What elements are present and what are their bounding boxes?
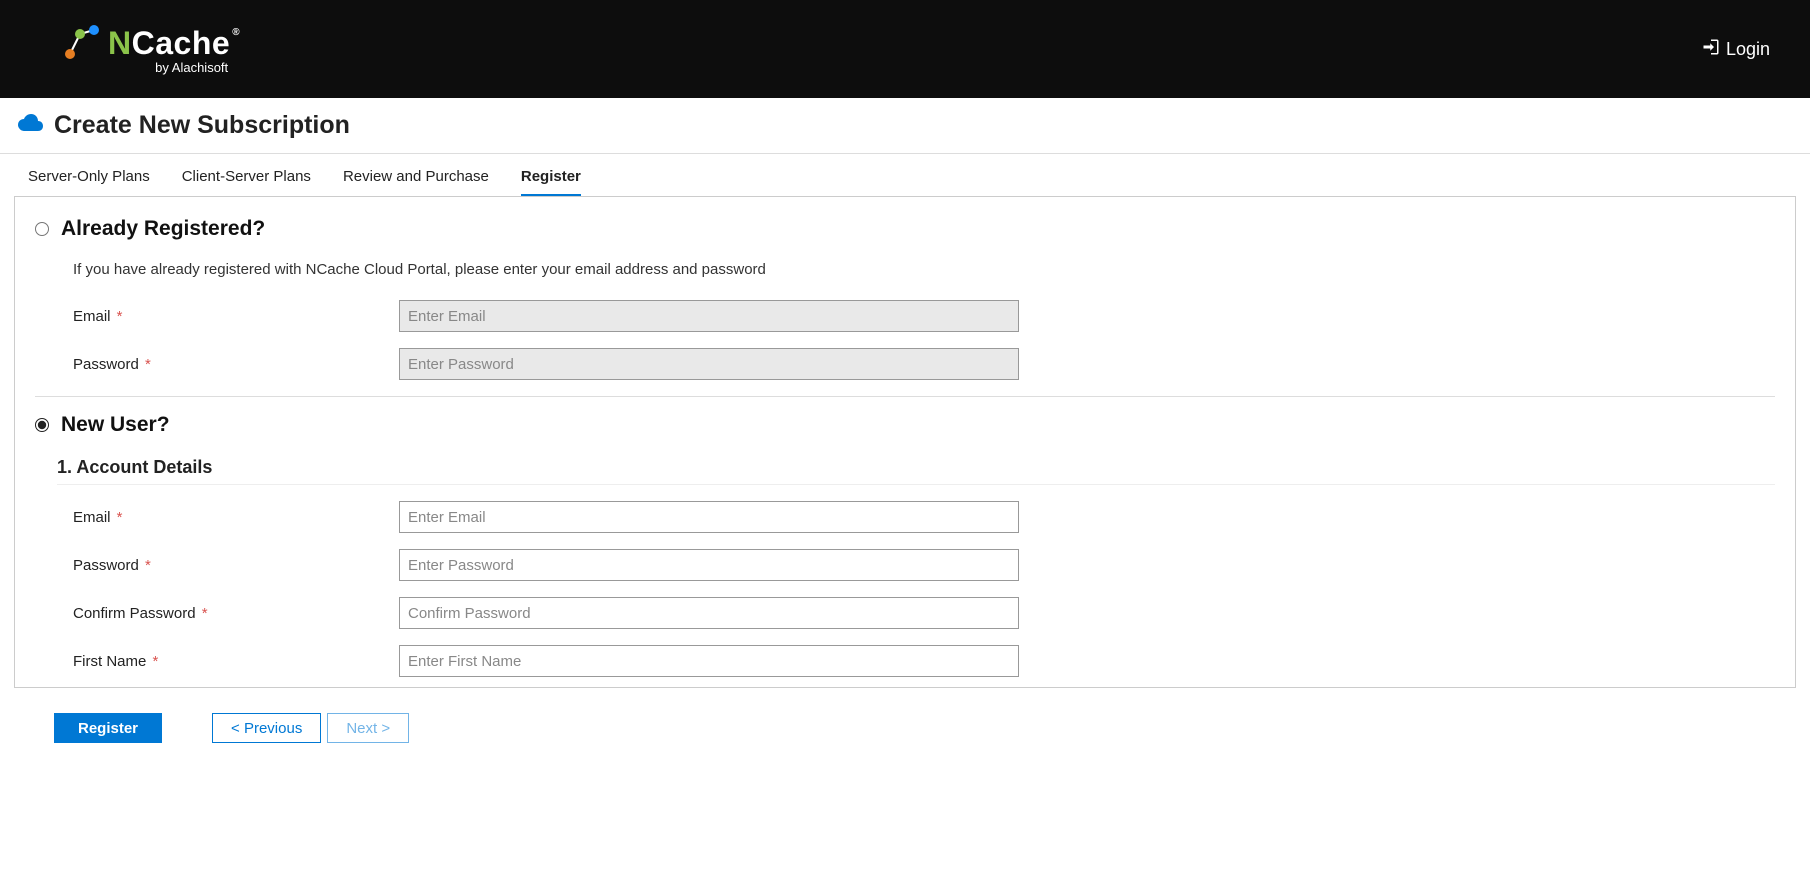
new-user-radio[interactable] — [35, 418, 49, 432]
tab-server-only-plans[interactable]: Server-Only Plans — [28, 168, 150, 196]
login-icon — [1702, 38, 1720, 61]
already-registered-radio[interactable] — [35, 222, 49, 236]
already-registered-desc: If you have already registered with NCac… — [73, 261, 1775, 278]
page-title: Create New Subscription — [54, 111, 350, 140]
new-email-input[interactable] — [399, 501, 1019, 533]
tabs: Server-Only Plans Client-Server Plans Re… — [0, 154, 1810, 196]
ncache-logo-icon — [60, 24, 100, 64]
new-firstname-input[interactable] — [399, 645, 1019, 677]
logo[interactable]: NCache® by Alachisoft — [60, 24, 230, 75]
login-label: Login — [1726, 39, 1770, 60]
next-button[interactable]: Next > — [327, 713, 409, 743]
new-password-input[interactable] — [399, 549, 1019, 581]
previous-button[interactable]: < Previous — [212, 713, 321, 743]
new-password-label: Password * — [73, 557, 399, 574]
already-password-label: Password * — [73, 356, 399, 373]
already-registered-heading: Already Registered? — [61, 217, 265, 241]
new-user-head: New User? — [35, 413, 1775, 437]
login-button[interactable]: Login — [1702, 38, 1770, 61]
already-password-input[interactable] — [399, 348, 1019, 380]
account-details-heading: 1. Account Details — [57, 457, 1775, 485]
tab-review-and-purchase[interactable]: Review and Purchase — [343, 168, 489, 196]
footer-row: Register < Previous Next > — [0, 688, 1810, 768]
register-button[interactable]: Register — [54, 713, 162, 743]
new-confirm-label: Confirm Password * — [73, 605, 399, 622]
new-user-heading: New User? — [61, 413, 170, 437]
new-firstname-label: First Name * — [73, 653, 399, 670]
already-email-input[interactable] — [399, 300, 1019, 332]
already-email-label: Email * — [73, 308, 399, 325]
new-confirm-input[interactable] — [399, 597, 1019, 629]
new-email-label: Email * — [73, 509, 399, 526]
logo-text: NCache® — [108, 25, 230, 62]
tab-register[interactable]: Register — [521, 168, 581, 196]
page-title-row: Create New Subscription — [0, 98, 1810, 154]
cloud-icon — [14, 113, 44, 138]
already-registered-head: Already Registered? — [35, 217, 1775, 241]
divider — [35, 396, 1775, 397]
top-bar: NCache® by Alachisoft Login — [0, 0, 1810, 98]
tab-client-server-plans[interactable]: Client-Server Plans — [182, 168, 311, 196]
form-panel[interactable]: Already Registered? If you have already … — [14, 196, 1796, 688]
